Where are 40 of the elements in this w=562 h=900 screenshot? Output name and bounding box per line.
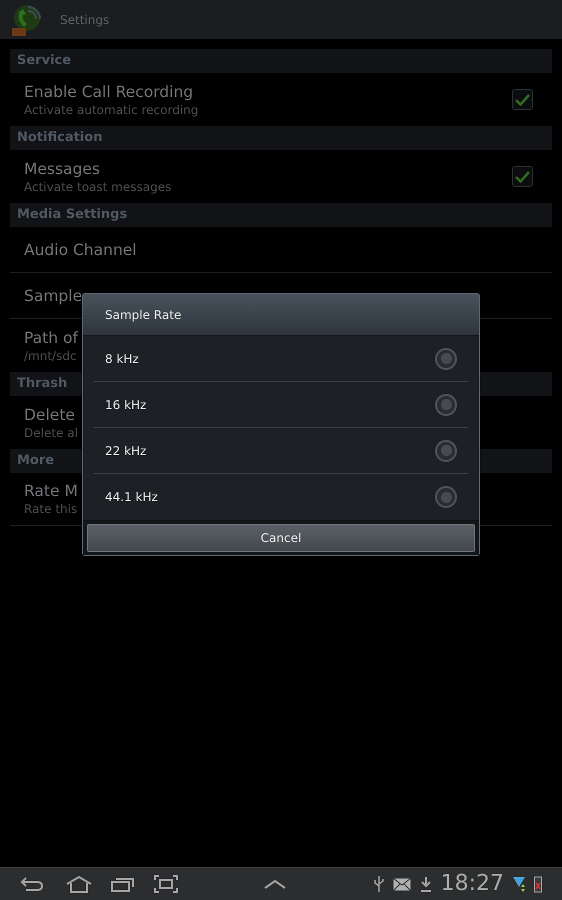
- option-row[interactable]: 22 kHz: [94, 428, 468, 474]
- setting-title[interactable]: Rate M: [24, 481, 78, 501]
- screenshot-icon[interactable]: [154, 875, 178, 893]
- wifi-icon: [513, 875, 525, 893]
- radio-button[interactable]: [435, 348, 457, 370]
- checkbox[interactable]: [512, 89, 533, 110]
- setting-summary: /mnt/sdc: [24, 348, 78, 364]
- chevron-up-icon[interactable]: [264, 879, 286, 889]
- option-row[interactable]: 16 kHz: [94, 382, 468, 428]
- setting-summary: Delete al: [24, 424, 78, 440]
- setting-summary: Activate toast messages: [24, 178, 172, 194]
- setting-title[interactable]: Audio Channel: [24, 240, 137, 260]
- usb-icon: [374, 875, 384, 893]
- phone-app-icon: [10, 2, 44, 36]
- section-header: Notification: [10, 126, 552, 150]
- setting-title[interactable]: Path of: [24, 328, 78, 348]
- app-title: Settings: [60, 12, 110, 28]
- download-icon: [420, 876, 432, 892]
- option-row[interactable]: 44.1 kHz: [94, 474, 468, 520]
- dialog-header: Sample Rate: [83, 294, 479, 336]
- section-header: Service: [10, 49, 552, 73]
- recent-apps-icon[interactable]: [111, 875, 135, 893]
- radio-button[interactable]: [435, 440, 457, 462]
- mail-icon: [392, 878, 411, 890]
- section-header: Media Settings: [10, 203, 552, 227]
- clock: 18:27: [440, 873, 504, 895]
- battery-icon: [534, 875, 542, 893]
- radio-button[interactable]: [435, 394, 457, 416]
- back-icon[interactable]: [20, 875, 44, 893]
- home-icon[interactable]: [65, 875, 93, 893]
- checkbox[interactable]: [512, 166, 533, 187]
- setting-title[interactable]: Enable Call Recording: [24, 82, 198, 102]
- setting-summary: Activate automatic recording: [24, 102, 198, 118]
- setting-title[interactable]: Sample: [24, 286, 82, 306]
- setting-summary: Rate this: [24, 501, 78, 517]
- cancel-button[interactable]: Cancel: [87, 524, 475, 552]
- setting-title[interactable]: Messages: [24, 158, 172, 178]
- radio-button[interactable]: [435, 486, 457, 508]
- setting-title[interactable]: Delete: [24, 404, 78, 424]
- option-row[interactable]: 8 kHz: [94, 336, 468, 382]
